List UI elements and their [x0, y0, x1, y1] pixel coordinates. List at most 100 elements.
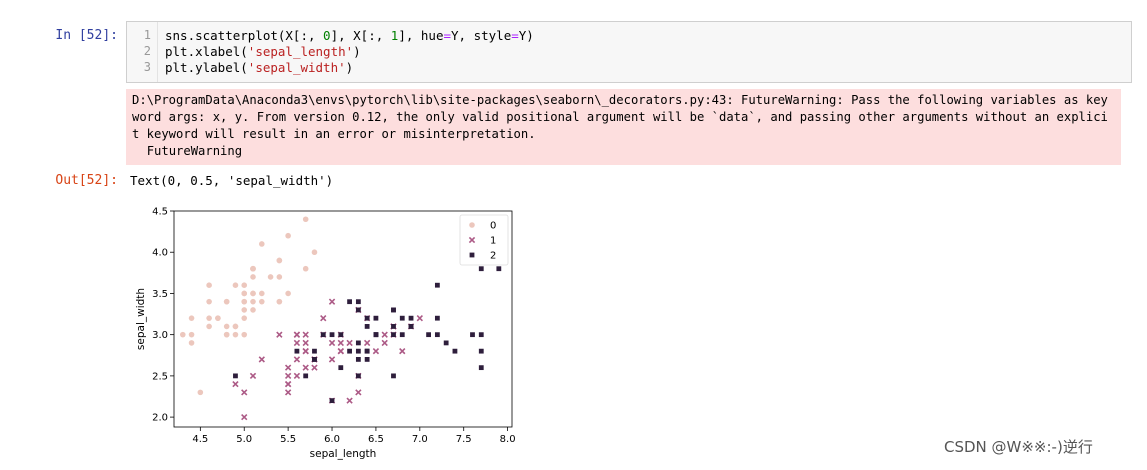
data-point-2: [347, 348, 352, 354]
output-text: Text(0, 0.5, 'sepal_width'): [130, 173, 334, 188]
output-prompt: Out[52]:: [55, 173, 118, 188]
data-point-2: [312, 348, 317, 354]
y-tick-label: 2.5: [152, 371, 168, 382]
data-point-2: [434, 332, 440, 338]
data-point-0: [250, 265, 256, 272]
legend-marker: [469, 222, 475, 228]
chart-svg: 4.5 5.0 5.5 6.0 6.5 7.0 7.5 8.0 2.0 2.5 3.0 3.5 4.0 4…: [135, 207, 516, 461]
code-token: 0: [323, 28, 331, 43]
code-token: ], hue: [398, 28, 444, 43]
x-tick-label: 5.5: [280, 434, 296, 445]
data-point-0: [241, 315, 248, 321]
x-tick-label: 6.5: [368, 434, 384, 445]
data-point-2: [364, 324, 370, 329]
data-point-2: [338, 365, 344, 371]
y-tick-label: 2.0: [152, 413, 168, 424]
data-point-0: [250, 298, 256, 305]
data-point-2: [364, 356, 370, 362]
data-point-2: [373, 315, 379, 321]
code-token: ], X[:,: [330, 28, 391, 43]
data-point-2: [391, 373, 396, 379]
data-point-2: [443, 340, 449, 346]
legend-label: 1: [490, 236, 496, 247]
data-point-2: [338, 332, 344, 338]
x-tick-label: 5.0: [236, 434, 252, 445]
data-point-2: [434, 315, 440, 321]
code-token: ): [345, 60, 354, 75]
legend-marker: [469, 252, 475, 258]
x-tick-label: 4.5: [192, 434, 208, 445]
data-point-2: [391, 324, 396, 329]
data-point-0: [267, 274, 274, 280]
data-point-0: [276, 274, 283, 280]
data-point-0: [206, 282, 212, 288]
line-number: 3: [143, 60, 151, 74]
x-tick-label: 7.5: [456, 434, 472, 445]
data-point-2: [399, 332, 405, 338]
stderr-output: D:\ProgramData\Anaconda3\envs\pytorch\li…: [126, 89, 1121, 165]
data-point-2: [364, 315, 370, 321]
data-point-0: [241, 282, 248, 288]
data-point-2: [452, 348, 458, 354]
code-token: ): [353, 44, 361, 59]
data-point-2: [320, 332, 326, 338]
data-point-2: [408, 324, 414, 329]
data-point-2: [478, 332, 484, 338]
data-point-0: [206, 298, 212, 305]
data-point-0: [302, 265, 309, 272]
x-axis-label: sepal_length: [310, 448, 377, 460]
code-token: 'sepal_width': [247, 60, 346, 75]
data-point-0: [232, 331, 239, 338]
data-point-0: [276, 298, 283, 305]
data-point-0: [258, 298, 265, 305]
line-number: 2: [143, 44, 151, 58]
x-tick-label: 8.0: [500, 434, 516, 445]
code-token: plt.ylabel(: [165, 60, 248, 75]
data-point-2: [391, 332, 396, 338]
data-point-2: [303, 373, 309, 379]
data-point-0: [276, 257, 283, 264]
y-tick-label: 4.5: [152, 207, 168, 218]
data-point-0: [285, 232, 291, 239]
code-token: Y): [518, 28, 534, 43]
data-point-0: [285, 290, 291, 297]
line-number-gutter: 1 2 3: [127, 22, 158, 82]
code-line: plt.xlabel('sepal_length'): [165, 44, 361, 59]
data-point-2: [355, 340, 361, 346]
data-point-0: [250, 307, 256, 313]
code-token: Y, style: [451, 28, 512, 43]
data-point-2: [373, 332, 379, 338]
data-point-2: [355, 348, 361, 354]
code-line: plt.ylabel('sepal_width'): [165, 60, 353, 75]
data-point-0: [241, 331, 248, 338]
warning-text: D:\ProgramData\Anaconda3\envs\pytorch\li…: [132, 93, 1108, 158]
data-point-2: [470, 332, 475, 338]
data-point-0: [232, 323, 239, 330]
code-token: plt.xlabel(: [165, 44, 248, 59]
data-point-2: [478, 365, 484, 371]
data-point-2: [355, 299, 361, 305]
y-tick-label: 3.0: [152, 330, 168, 341]
input-prompt: In [52]:: [55, 28, 118, 43]
data-point-2: [312, 356, 317, 362]
data-point-0: [241, 298, 248, 305]
line-number: 1: [143, 28, 151, 42]
data-point-0: [223, 331, 230, 338]
legend-label: 0: [490, 221, 496, 232]
code-editor[interactable]: 1 2 3 sns.scatterplot(X[:, 0], X[:, 1], …: [126, 21, 1132, 83]
data-point-2: [294, 348, 300, 354]
data-point-0: [250, 274, 256, 280]
data-point-0: [232, 282, 239, 288]
data-point-0: [206, 315, 212, 321]
code-line: sns.scatterplot(X[:, 0], X[:, 1], hue=Y,…: [165, 28, 534, 43]
x-tick-label: 6.0: [324, 434, 340, 445]
data-point-2: [391, 307, 396, 313]
data-point-2: [408, 315, 414, 321]
x-tick-label: 7.0: [412, 434, 428, 445]
data-point-0: [311, 249, 318, 256]
data-point-0: [215, 315, 221, 321]
data-point-0: [302, 216, 309, 223]
data-point-0: [206, 323, 212, 330]
y-tick-label: 3.5: [152, 289, 168, 300]
y-tick-label: 4.0: [152, 248, 168, 259]
